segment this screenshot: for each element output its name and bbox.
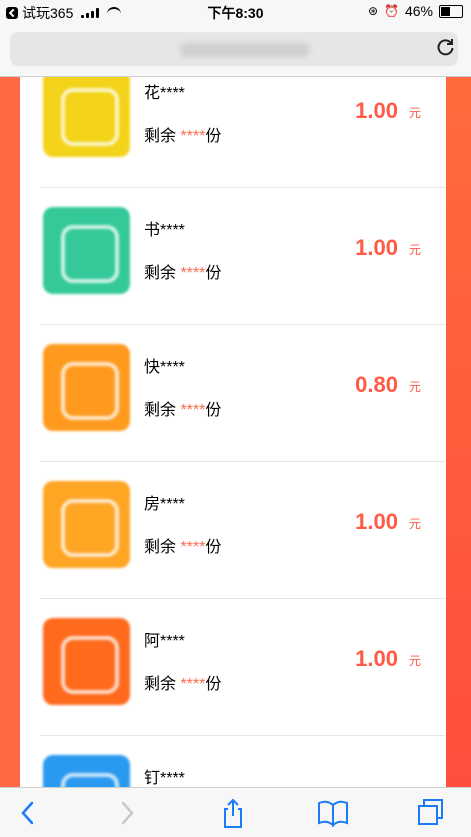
battery-percent: 46%: [404, 3, 433, 19]
alarm-icon: ⏰: [384, 4, 399, 18]
price-unit: 元: [409, 380, 422, 394]
share-icon: [224, 798, 242, 828]
browser-toolbar: [0, 787, 471, 837]
product-price: 0.80: [355, 372, 398, 397]
tabs-button[interactable]: [414, 797, 448, 829]
product-thumbnail: [43, 77, 130, 157]
list-item[interactable]: 花**** 剩余 ****份 1.00 元: [40, 77, 445, 188]
product-thumbnail: [43, 481, 130, 568]
product-price: 1.00: [355, 509, 398, 534]
product-thumbnail: [43, 207, 130, 294]
product-name: 房****: [144, 496, 185, 513]
list-item[interactable]: 钉****: [40, 735, 445, 787]
back-button[interactable]: [12, 797, 46, 829]
remaining-count: 剩余 ****份: [144, 676, 222, 693]
product-name: 钉****: [144, 770, 185, 787]
rotation-lock-icon: ⊛: [367, 4, 379, 18]
chevron-right-icon: [121, 801, 134, 825]
status-bar: 试玩365 下午8:30 ⊛ ⏰ 46%: [0, 0, 471, 24]
product-price: 1.00: [355, 646, 398, 671]
remaining-count: 剩余 ****份: [144, 265, 222, 282]
list-item[interactable]: 快**** 剩余 ****份 0.80 元: [40, 324, 445, 462]
status-right: ⊛ ⏰ 46%: [368, 3, 463, 19]
price-unit: 元: [409, 243, 422, 257]
url-text-blurred: [180, 43, 310, 57]
chevron-left-icon: [21, 801, 34, 825]
address-bar: [0, 24, 471, 77]
list-item[interactable]: 书**** 剩余 ****份 1.00 元: [40, 187, 445, 325]
product-thumbnail: [43, 755, 130, 787]
page-background-left: [0, 77, 20, 787]
product-price: 1.00: [355, 98, 398, 123]
product-list: 花**** 剩余 ****份 1.00 元 书**** 剩余 ****份 1.0…: [20, 77, 446, 787]
share-button[interactable]: [216, 797, 250, 829]
product-name: 阿****: [144, 633, 185, 650]
remaining-count: 剩余 ****份: [144, 402, 222, 419]
product-thumbnail: [43, 344, 130, 431]
battery-icon: [439, 4, 463, 18]
product-name: 书****: [144, 222, 185, 239]
list-item[interactable]: 房**** 剩余 ****份 1.00 元: [40, 461, 445, 599]
price-unit: 元: [409, 654, 422, 668]
page-background-right: [446, 77, 471, 787]
price-unit: 元: [409, 517, 422, 531]
price-unit: 元: [409, 106, 422, 120]
book-icon: [318, 800, 348, 828]
remaining-count: 剩余 ****份: [144, 539, 222, 556]
product-name: 花****: [144, 85, 185, 102]
product-name: 快****: [144, 359, 185, 376]
list-item[interactable]: 阿**** 剩余 ****份 1.00 元: [40, 598, 445, 736]
product-thumbnail: [43, 618, 130, 705]
bookmarks-button[interactable]: [316, 797, 350, 829]
forward-button[interactable]: [110, 797, 144, 829]
url-field[interactable]: [10, 32, 458, 66]
reload-icon[interactable]: [437, 38, 455, 56]
remaining-count: 剩余 ****份: [144, 128, 222, 145]
product-price: 1.00: [355, 235, 398, 260]
tabs-icon: [418, 799, 443, 825]
